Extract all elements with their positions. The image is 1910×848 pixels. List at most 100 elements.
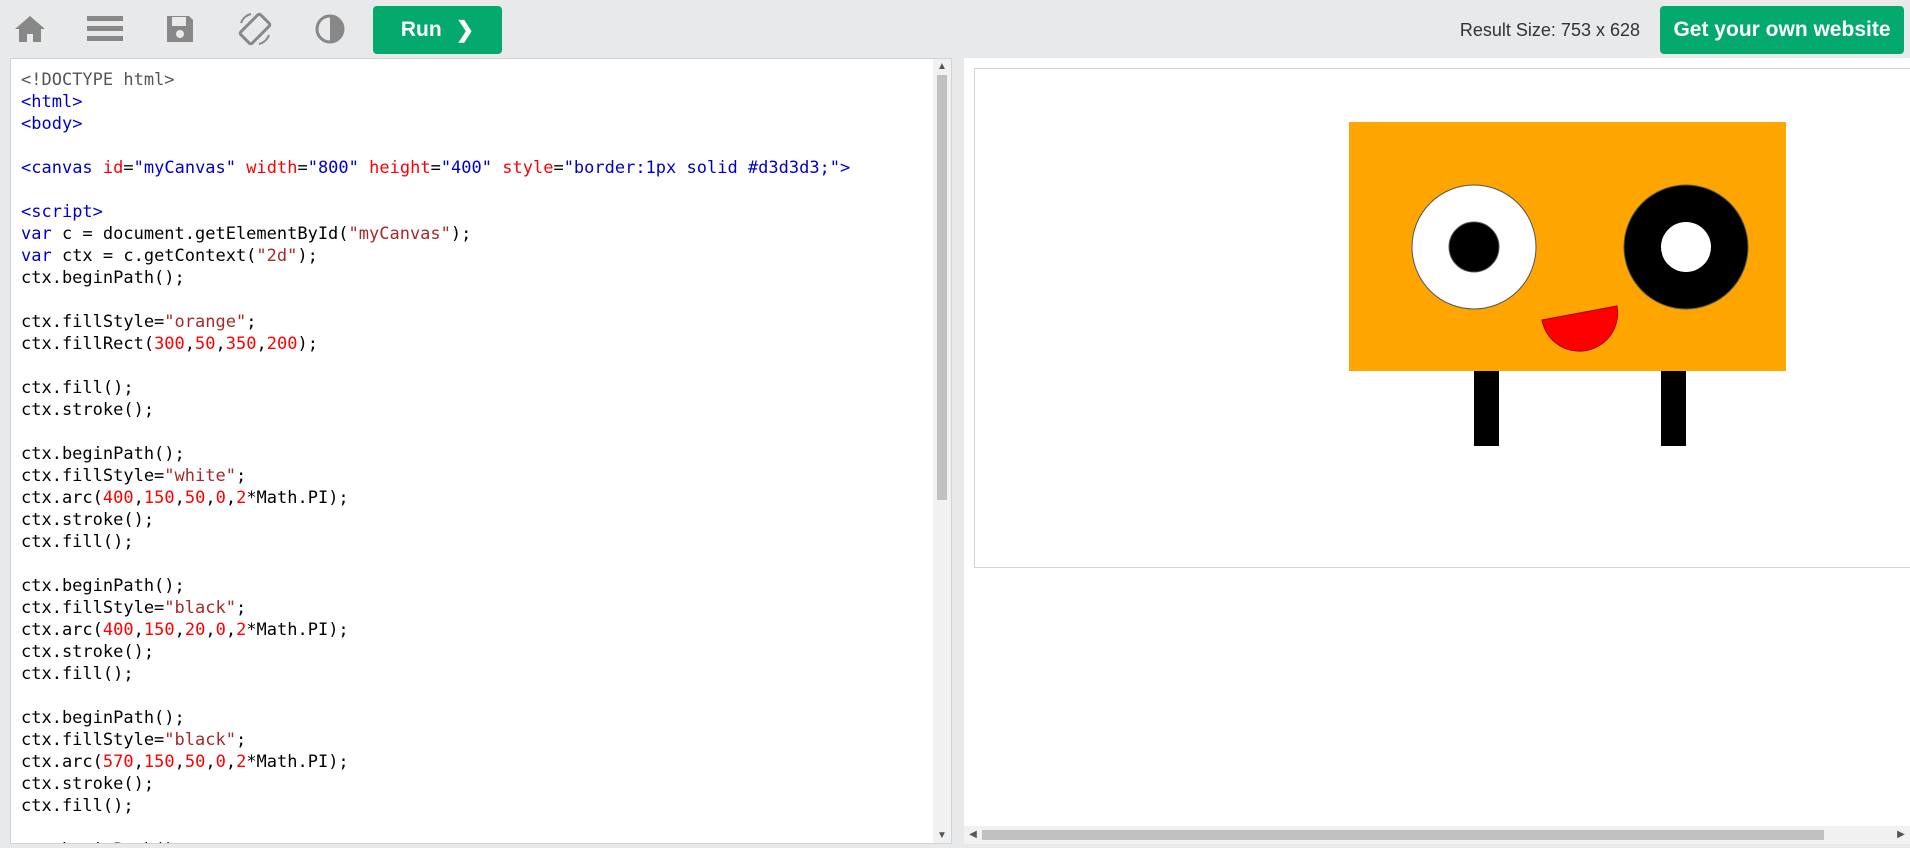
rotate-icon[interactable] [231, 6, 279, 52]
code-line: ctx.fillStyle="black"; [21, 597, 850, 619]
code-token: , [174, 488, 185, 508]
code-line: <html> [21, 91, 850, 113]
code-line: ctx.stroke(); [21, 641, 850, 663]
code-token: ctx.arc( [21, 488, 103, 508]
left-eye-pupil [1448, 221, 1500, 273]
result-scroll-thumb[interactable] [982, 830, 1824, 840]
code-token: "black" [164, 598, 236, 618]
get-your-own-website-button[interactable]: Get your own website [1660, 6, 1904, 54]
code-token: *Math.PI); [246, 752, 349, 772]
code-token: , [205, 620, 216, 640]
code-token: , [184, 334, 196, 354]
code-token: 2 [236, 488, 247, 508]
code-token: "border:1px solid #d3d3d3;" [563, 158, 841, 178]
code-token: 50 [184, 752, 206, 772]
code-line: ctx.fill(); [21, 795, 850, 817]
code-token: width [246, 158, 298, 178]
code-token: "800" [307, 158, 359, 178]
scroll-left-icon[interactable]: ◀ [964, 829, 982, 840]
code-token: ctx.beginPath(); [21, 840, 185, 843]
code-token: "myCanvas" [133, 158, 237, 178]
code-token: "400" [440, 158, 492, 178]
contrast-icon[interactable] [306, 6, 354, 52]
result-horizontal-scrollbar[interactable]: ◀ ▶ [964, 826, 1910, 844]
code-token: style [502, 158, 554, 178]
home-icon[interactable] [6, 6, 54, 52]
code-token: ctx.beginPath(); [21, 708, 185, 728]
code-token: ); [450, 224, 472, 244]
code-token: ; [235, 730, 247, 750]
code-token: 150 [143, 620, 175, 640]
code-line: ctx.beginPath(); [21, 707, 850, 729]
code-line: ctx.beginPath(); [21, 575, 850, 597]
code-token: script [31, 202, 93, 222]
scroll-down-icon[interactable]: ▼ [933, 830, 951, 841]
code-token: = [123, 158, 134, 178]
code-token: 0 [215, 488, 226, 508]
code-token: < [21, 202, 32, 222]
code-line: ctx.stroke(); [21, 399, 850, 421]
menu-icon[interactable] [81, 6, 129, 52]
code-token: ctx.fill(); [21, 378, 134, 398]
code-token: ctx.stroke(); [21, 774, 155, 794]
code-token: var [21, 246, 52, 266]
editor-vertical-scrollbar[interactable]: ▲ ▼ [933, 59, 951, 843]
result-panel: ◀ ▶ [964, 58, 1910, 844]
run-button[interactable]: Run ❯ [373, 6, 502, 54]
code-token: ; [235, 466, 247, 486]
code-token: < [21, 92, 32, 112]
right-leg [1661, 371, 1686, 446]
code-token: , [133, 752, 144, 772]
code-token: ctx.fill(); [21, 532, 134, 552]
code-token: , [256, 334, 267, 354]
code-token: html [31, 92, 73, 112]
code-line: ctx.beginPath(); [21, 443, 850, 465]
code-token: , [225, 620, 237, 640]
code-text[interactable]: <!DOCTYPE html> <html> <body> <canvas id="… [21, 69, 850, 843]
code-token: , [174, 752, 185, 772]
code-editor[interactable]: <!DOCTYPE html> <html> <body> <canvas id="… [10, 58, 952, 844]
code-token: ctx.fillStyle= [21, 598, 165, 618]
code-token: var [21, 224, 52, 244]
code-line: var ctx = c.getContext("2d"); [21, 245, 850, 267]
editor-scroll-thumb[interactable] [937, 75, 947, 500]
code-line: <canvas id="myCanvas" width="800" height… [21, 157, 850, 179]
code-token: ctx.beginPath(); [21, 444, 185, 464]
code-token: ctx.stroke(); [21, 510, 155, 530]
save-icon[interactable] [156, 6, 204, 52]
code-token: , [174, 620, 185, 640]
code-token: ); [297, 334, 318, 354]
code-token: , [205, 752, 216, 772]
scroll-right-icon[interactable]: ▶ [1892, 829, 1910, 840]
code-token: > [72, 92, 83, 112]
code-token: height [369, 158, 431, 178]
code-token: , [225, 488, 237, 508]
code-token: < [21, 158, 32, 178]
scroll-up-icon[interactable]: ▲ [933, 61, 951, 72]
code-token: canvas [31, 158, 93, 178]
right-eye-pupil [1661, 222, 1711, 272]
code-token: 50 [195, 334, 216, 354]
code-line: ctx.stroke(); [21, 509, 850, 531]
run-label: Run [400, 18, 442, 41]
left-leg [1474, 371, 1499, 446]
code-token: 400 [102, 620, 134, 640]
code-line: ctx.arc(570,150,50,0,2*Math.PI); [21, 751, 850, 773]
code-line: ctx.stroke(); [21, 773, 850, 795]
result-size-text: Result Size: 753 x 628 [1459, 20, 1640, 40]
code-token: <!DOCTYPE html> [21, 70, 175, 90]
code-token: ctx.arc( [21, 620, 103, 640]
canvas-drawing [1349, 122, 1786, 446]
code-line: ctx.fill(); [21, 663, 850, 685]
code-token: 20 [184, 620, 206, 640]
code-line: <script> [21, 201, 850, 223]
code-token: ctx.stroke(); [21, 400, 155, 420]
code-token: 200 [266, 334, 298, 354]
code-line: ctx.fill(); [21, 531, 850, 553]
code-token: "myCanvas" [348, 224, 451, 244]
